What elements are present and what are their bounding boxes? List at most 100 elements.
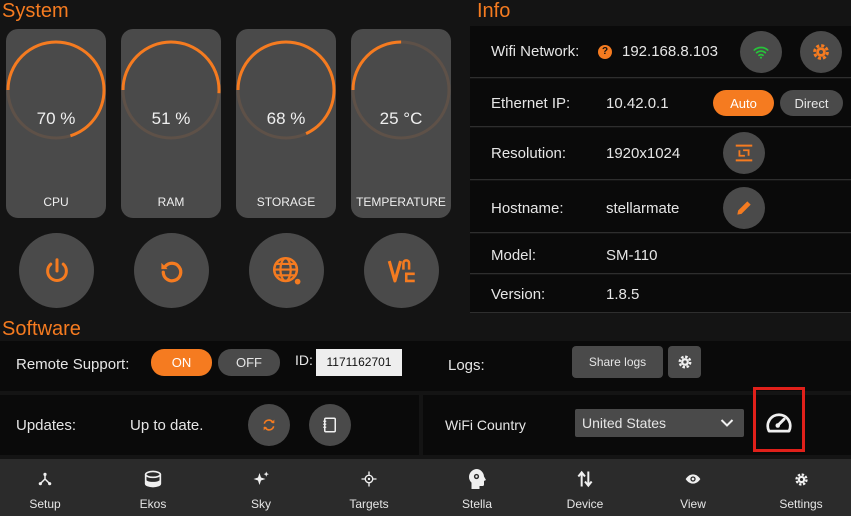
storage-gauge-card: 68 % STORAGE bbox=[236, 29, 336, 218]
share-logs-button[interactable]: Share logs bbox=[572, 346, 663, 378]
resolution-label: Resolution: bbox=[491, 145, 567, 162]
gear-icon bbox=[813, 44, 829, 60]
resolution-value: 1920x1024 bbox=[606, 145, 681, 162]
ram-gauge-card: 51 % RAM bbox=[121, 29, 221, 218]
wifi-network-row: Wifi Network: ? 192.168.8.103 bbox=[470, 26, 851, 78]
restart-icon bbox=[160, 261, 182, 282]
logs-label: Logs: bbox=[448, 357, 485, 374]
nav-label-ekos: Ekos bbox=[139, 497, 167, 511]
gear-icon bbox=[678, 355, 691, 369]
hostname-value: stellarmate bbox=[606, 200, 680, 217]
temperature-gauge-value: 25 °C bbox=[379, 109, 423, 128]
updates-row: Updates: Up to date. bbox=[0, 395, 419, 455]
wifi-country-label: WiFi Country bbox=[445, 417, 526, 433]
restart-button[interactable] bbox=[134, 233, 209, 308]
vnc-button[interactable] bbox=[364, 233, 439, 308]
edit-hostname-button[interactable] bbox=[723, 187, 765, 229]
setup-icon bbox=[38, 472, 52, 486]
settings-icon bbox=[794, 472, 808, 486]
stella-icon bbox=[469, 469, 486, 489]
changelog-button[interactable] bbox=[309, 404, 351, 446]
model-label: Model: bbox=[491, 247, 537, 264]
check-updates-button[interactable] bbox=[248, 404, 290, 446]
speedometer-button[interactable] bbox=[759, 405, 799, 441]
web-button[interactable] bbox=[249, 233, 324, 308]
cpu-gauge-value: 70 % bbox=[36, 109, 76, 128]
version-label: Version: bbox=[491, 286, 546, 303]
ram-gauge-label: RAM bbox=[157, 195, 185, 209]
speedometer-icon bbox=[766, 413, 792, 433]
sky-icon bbox=[253, 471, 269, 485]
system-section-title: System bbox=[2, 0, 69, 22]
remote-support-off-button[interactable]: OFF bbox=[218, 349, 280, 376]
wifi-country-select[interactable]: United States bbox=[575, 409, 744, 437]
bottom-navigation: Setup Ekos Sky Targets Stella Device Vie… bbox=[0, 459, 851, 516]
nav-item-device[interactable]: Device bbox=[532, 459, 638, 516]
info-section-title: Info bbox=[477, 0, 511, 22]
nav-label-view: View bbox=[680, 497, 706, 511]
notebook-icon bbox=[323, 417, 336, 433]
pencil-icon bbox=[737, 201, 751, 215]
ekos-icon bbox=[144, 470, 162, 488]
ethernet-row: Ethernet IP: 10.42.0.1 Auto Direct bbox=[470, 79, 851, 127]
power-icon bbox=[45, 257, 68, 282]
remote-support-on-button[interactable]: ON bbox=[151, 349, 212, 376]
globe-icon bbox=[272, 256, 300, 284]
nav-item-targets[interactable]: Targets bbox=[316, 459, 422, 516]
version-value: 1.8.5 bbox=[606, 286, 640, 303]
wifi-network-value: 192.168.8.103 bbox=[622, 43, 718, 60]
nav-item-setup[interactable]: Setup bbox=[0, 459, 98, 516]
storage-gauge-label: STORAGE bbox=[256, 195, 316, 209]
nav-label-targets: Targets bbox=[349, 497, 389, 511]
ethernet-auto-button[interactable]: Auto bbox=[713, 90, 774, 116]
resolution-icon bbox=[735, 144, 753, 162]
remote-id-value: 1171162701 bbox=[316, 349, 402, 376]
wifi-button[interactable] bbox=[740, 31, 782, 73]
ethernet-label: Ethernet IP: bbox=[491, 95, 571, 112]
device-icon bbox=[577, 470, 593, 488]
storage-gauge-value: 68 % bbox=[266, 109, 306, 128]
nav-item-stella[interactable]: Stella bbox=[424, 459, 530, 516]
chevron-down-icon bbox=[720, 419, 734, 427]
sync-icon bbox=[263, 419, 275, 431]
temperature-gauge-card: 25 °C TEMPERATURE bbox=[351, 29, 451, 218]
software-section-title: Software bbox=[2, 318, 81, 340]
wifi-network-label: Wifi Network: bbox=[491, 43, 580, 60]
vnc-icon bbox=[387, 258, 415, 282]
remote-support-label: Remote Support: bbox=[16, 356, 130, 373]
nav-item-view[interactable]: View bbox=[640, 459, 746, 516]
wifi-country-row: WiFi Country United States bbox=[423, 387, 851, 455]
ethernet-value: 10.42.0.1 bbox=[606, 95, 669, 112]
ethernet-direct-button[interactable]: Direct bbox=[780, 90, 843, 116]
model-value: SM-110 bbox=[606, 247, 658, 264]
hostname-row: Hostname: stellarmate bbox=[470, 181, 851, 233]
remote-id-label: ID: bbox=[295, 352, 313, 368]
targets-icon bbox=[361, 471, 377, 487]
wifi-icon bbox=[753, 46, 769, 59]
cpu-gauge-card: 70 % CPU bbox=[6, 29, 106, 218]
resolution-button[interactable] bbox=[723, 132, 765, 174]
nav-label-stella: Stella bbox=[461, 497, 493, 511]
logs-settings-button[interactable] bbox=[668, 346, 701, 378]
ram-gauge-value: 51 % bbox=[151, 109, 191, 128]
nav-label-device: Device bbox=[566, 497, 604, 511]
resolution-row: Resolution: 1920x1024 bbox=[470, 128, 851, 180]
updates-label: Updates: bbox=[16, 417, 77, 434]
nav-item-ekos[interactable]: Ekos bbox=[100, 459, 206, 516]
nav-item-settings[interactable]: Settings bbox=[748, 459, 851, 516]
temperature-gauge-label: TEMPERATURE bbox=[356, 195, 446, 209]
remote-support-row: Remote Support: ON OFF ID: 1171162701 Lo… bbox=[0, 341, 851, 391]
power-button[interactable] bbox=[19, 233, 94, 308]
cpu-gauge-label: CPU bbox=[43, 195, 69, 209]
wifi-country-selected: United States bbox=[582, 415, 667, 431]
eye-icon bbox=[685, 474, 701, 484]
nav-label-setup: Setup bbox=[29, 497, 61, 511]
model-row: Model: SM-110 bbox=[470, 234, 851, 274]
network-settings-button[interactable] bbox=[800, 31, 842, 73]
nav-label-sky: Sky bbox=[250, 497, 271, 511]
updates-status: Up to date. bbox=[130, 417, 204, 434]
wifi-status-badge: ? bbox=[598, 45, 612, 59]
nav-label-settings: Settings bbox=[779, 497, 823, 511]
nav-item-sky[interactable]: Sky bbox=[208, 459, 314, 516]
version-row: Version: 1.8.5 bbox=[470, 275, 851, 313]
